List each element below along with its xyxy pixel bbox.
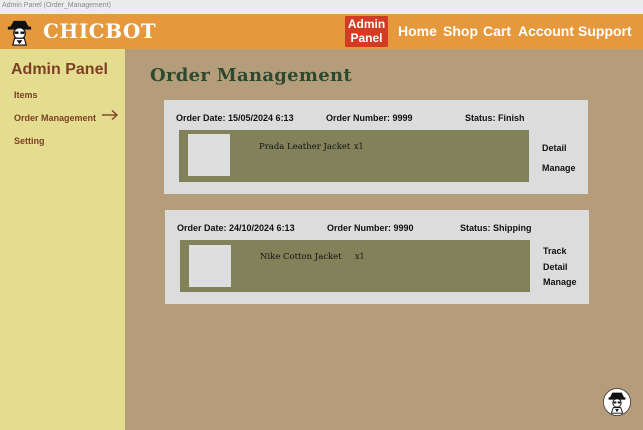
- top-header: CHICBOT Admin Panel Home Shop Cart Accou…: [0, 14, 643, 49]
- nav-support[interactable]: Support: [578, 23, 632, 39]
- product-name: Prada Leather Jacket: [259, 142, 351, 152]
- detail-button[interactable]: Detail: [542, 143, 567, 153]
- arrow-right-icon: [102, 109, 119, 121]
- page-title: Order Management: [150, 65, 353, 86]
- order-status: Status: Finish: [465, 113, 525, 123]
- nav-shop[interactable]: Shop: [443, 23, 478, 39]
- admin-panel-button-label: Admin Panel: [347, 17, 386, 45]
- chicbot-logo-icon[interactable]: [5, 17, 34, 46]
- nav-account[interactable]: Account: [518, 23, 574, 39]
- order-date: Order Date: 15/05/2024 6:13: [176, 113, 294, 123]
- manage-button[interactable]: Manage: [542, 163, 576, 173]
- track-button[interactable]: Track: [543, 246, 567, 256]
- order-status: Status: Shipping: [460, 223, 532, 233]
- product-name: Nike Cotton Jacket: [260, 252, 342, 262]
- sidebar-title: Admin Panel: [11, 61, 108, 78]
- nav-cart[interactable]: Cart: [483, 23, 511, 39]
- sidebar-item-items[interactable]: Items: [14, 90, 38, 100]
- order-card: Order Date: 24/10/2024 6:13 Order Number…: [165, 210, 589, 304]
- order-number: Order Number: 9990: [327, 223, 414, 233]
- manage-button[interactable]: Manage: [543, 277, 577, 287]
- admin-panel-button[interactable]: Admin Panel: [345, 16, 388, 47]
- sidebar: Admin Panel Items Order Management Setti…: [0, 49, 125, 430]
- chatbot-avatar-icon[interactable]: [603, 388, 631, 416]
- order-date: Order Date: 24/10/2024 6:13: [177, 223, 295, 233]
- brand-name[interactable]: CHICBOT: [43, 19, 156, 43]
- product-thumbnail[interactable]: [189, 245, 231, 287]
- product-thumbnail[interactable]: [188, 134, 230, 176]
- sidebar-item-setting[interactable]: Setting: [14, 136, 45, 146]
- order-number: Order Number: 9999: [326, 113, 413, 123]
- sidebar-item-order-management[interactable]: Order Management: [14, 113, 96, 123]
- order-item-row: Prada Leather Jacket x1: [179, 130, 529, 182]
- order-card: Order Date: 15/05/2024 6:13 Order Number…: [164, 100, 588, 194]
- product-quantity: x1: [355, 252, 365, 261]
- detail-button[interactable]: Detail: [543, 262, 568, 272]
- product-quantity: x1: [354, 142, 364, 151]
- browser-tab-title: Admin Panel (Order_Management): [0, 0, 643, 14]
- nav-home[interactable]: Home: [398, 23, 437, 39]
- order-item-row: Nike Cotton Jacket x1: [180, 240, 530, 292]
